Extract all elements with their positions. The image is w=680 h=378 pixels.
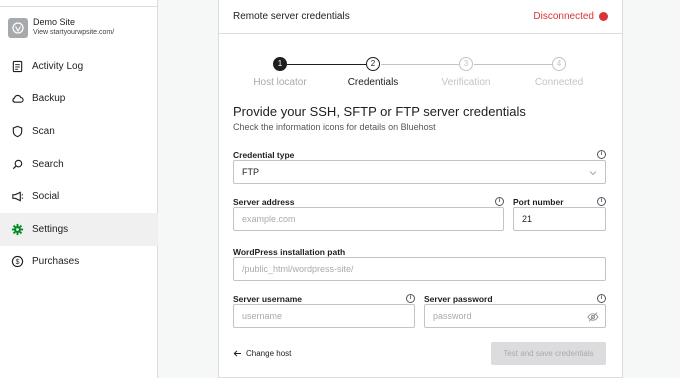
info-icon[interactable]: i [597, 197, 606, 206]
shield-icon [11, 125, 24, 138]
sidebar-item-backup[interactable]: Backup [0, 83, 158, 116]
step-number: 2 [366, 57, 380, 71]
arrow-left-icon [233, 350, 241, 357]
sidebar-item-label: Backup [32, 93, 66, 105]
site-switcher[interactable]: Demo Site View startyourwpsite.com/ [8, 16, 114, 38]
sidebar-item-label: Search [32, 158, 64, 170]
sidebar-item-label: Social [32, 191, 60, 203]
step-label: Host locator [253, 77, 307, 88]
status-dot-icon [599, 12, 608, 21]
sidebar-item-scan[interactable]: Scan [0, 115, 158, 148]
panel-header: Remote server credentials Disconnected [219, 0, 622, 34]
server-username-input[interactable]: username [233, 304, 415, 328]
gear-icon [11, 223, 24, 236]
credentials-panel: Remote server credentials Disconnected 1… [218, 0, 623, 378]
step-number: 3 [459, 57, 473, 71]
sidebar-item-settings[interactable]: Settings [0, 212, 158, 246]
connection-status: Disconnected [533, 11, 608, 22]
credential-type-label: Credential type [233, 150, 295, 160]
activity-log-icon [11, 60, 24, 73]
eye-off-icon[interactable] [587, 311, 599, 323]
info-icon[interactable]: i [495, 197, 504, 206]
cloud-icon [11, 92, 24, 105]
progress-stepper: 1 Host locator 2 Credentials 3 Verificat… [219, 56, 624, 96]
port-number-input[interactable]: 21 [513, 207, 606, 231]
server-address-label: Server address [233, 197, 295, 207]
wp-path-label: WordPress installation path [233, 247, 346, 257]
site-icon [8, 18, 28, 38]
dollar-icon: $ [11, 255, 24, 268]
form-heading: Provide your SSH, SFTP or FTP server cre… [233, 104, 526, 119]
megaphone-icon [11, 190, 24, 203]
sidebar-nav: Activity Log Backup Scan Search Social S… [0, 50, 158, 278]
wp-path-input[interactable]: /public_html/wordpress-site/ [233, 257, 606, 281]
sidebar-divider [0, 6, 158, 7]
credential-type-value: FTP [242, 167, 259, 177]
form-subheading: Check the information icons for details … [233, 122, 436, 132]
search-icon [11, 158, 24, 171]
info-icon[interactable]: i [597, 294, 606, 303]
step-number: 1 [273, 57, 287, 71]
step-label: Connected [534, 77, 584, 88]
server-username-label: Server username [233, 294, 302, 304]
port-number-label: Port number [513, 197, 564, 207]
sidebar-item-label: Activity Log [32, 60, 84, 72]
sidebar-item-activity-log[interactable]: Activity Log [0, 50, 158, 83]
panel-title: Remote server credentials [233, 11, 350, 22]
server-address-input[interactable]: example.com [233, 207, 504, 231]
step-label: Credentials [347, 77, 399, 88]
sidebar-item-label: Purchases [32, 256, 80, 268]
site-name: Demo Site [33, 17, 76, 27]
step-number: 4 [552, 57, 566, 71]
sidebar-item-purchases[interactable]: $ Purchases [0, 246, 158, 279]
step-credentials: 2 Credentials [328, 57, 418, 88]
svg-text:$: $ [16, 259, 20, 266]
sidebar-item-search[interactable]: Search [0, 148, 158, 181]
info-icon[interactable]: i [597, 150, 606, 159]
status-text: Disconnected [533, 11, 594, 22]
server-password-input[interactable]: password [424, 304, 606, 328]
chevron-down-icon [589, 171, 597, 176]
credential-type-select[interactable]: FTP [233, 160, 606, 184]
site-url-link[interactable]: View startyourwpsite.com/ [33, 28, 114, 38]
server-password-label: Server password [424, 294, 493, 304]
sidebar-item-label: Settings [32, 223, 69, 235]
password-placeholder: password [433, 311, 472, 321]
step-verification: 3 Verification [421, 57, 511, 88]
step-label: Verification [441, 77, 491, 88]
step-connected: 4 Connected [514, 57, 604, 88]
sidebar: Demo Site View startyourwpsite.com/ Acti… [0, 0, 158, 378]
change-host-label: Change host [246, 349, 292, 358]
sidebar-item-label: Scan [32, 125, 55, 137]
test-and-save-button[interactable]: Test and save credentials [491, 342, 606, 365]
info-icon[interactable]: i [406, 294, 415, 303]
sidebar-item-social[interactable]: Social [0, 180, 158, 213]
change-host-link[interactable]: Change host [233, 349, 291, 358]
step-host-locator: 1 Host locator [235, 57, 325, 88]
